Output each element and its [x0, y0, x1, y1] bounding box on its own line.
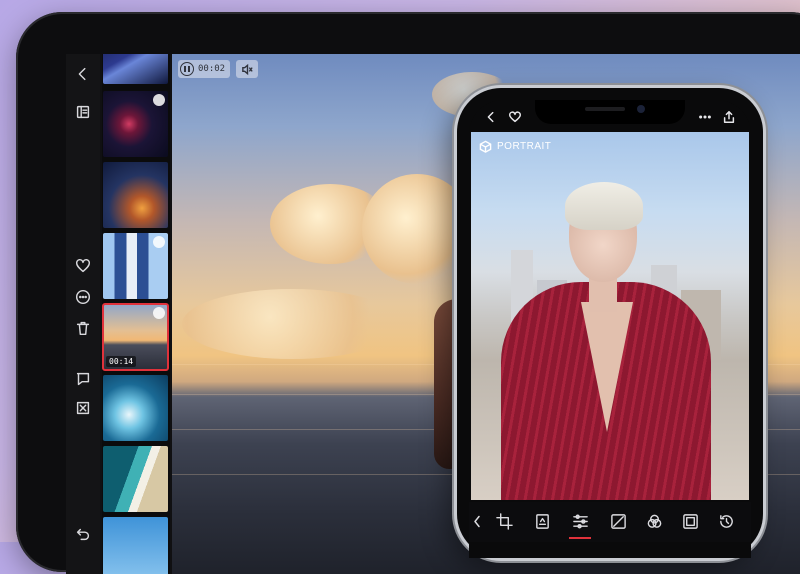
info-panel-icon[interactable]	[71, 100, 95, 124]
edited-badge-icon	[153, 94, 165, 106]
pause-icon[interactable]	[180, 62, 194, 76]
video-timestamp: 00:02	[198, 64, 226, 74]
thumb-skyscraper[interactable]	[103, 233, 168, 299]
back-icon[interactable]	[71, 62, 95, 86]
frame-icon[interactable]	[679, 510, 701, 532]
crop-icon[interactable]	[493, 510, 515, 532]
thumb-sky[interactable]	[103, 517, 168, 574]
comment-icon[interactable]	[71, 367, 95, 391]
thumb-wave[interactable]	[103, 375, 168, 441]
thumb-sunset-swim[interactable]: 00:14	[102, 303, 169, 371]
heart-icon[interactable]	[71, 254, 95, 278]
phone-top-bar	[469, 100, 751, 132]
thumb-jellyfish[interactable]	[103, 91, 168, 157]
share-icon[interactable]	[721, 109, 737, 125]
thumbnail-strip: 00:14	[102, 54, 170, 574]
left-toolbar	[66, 54, 100, 574]
thumb-city-night[interactable]	[103, 162, 168, 228]
video-play-pause-control[interactable]: 00:02	[178, 60, 231, 78]
thumb-blue-light[interactable]	[103, 54, 168, 84]
cloud	[362, 174, 472, 284]
heart-icon[interactable]	[507, 109, 523, 125]
speaker-muted-icon	[241, 63, 253, 75]
sliders-icon[interactable]	[569, 510, 591, 539]
phone-screen: PORTRAIT	[469, 100, 751, 558]
history-icon[interactable]	[715, 510, 737, 532]
edited-badge-icon	[153, 236, 165, 248]
thumb-beach-aerial[interactable]	[103, 446, 168, 512]
curves-icon[interactable]	[607, 510, 629, 532]
chevron-left-icon[interactable]	[471, 510, 483, 532]
subject-neckline	[581, 302, 633, 432]
edited-badge-icon	[153, 307, 165, 319]
phone-notch	[535, 100, 685, 124]
subject-hair	[565, 182, 643, 230]
front-camera	[637, 105, 645, 113]
back-icon[interactable]	[483, 109, 499, 125]
mute-button[interactable]	[236, 60, 258, 78]
cube-icon	[479, 140, 492, 153]
portrait-label: PORTRAIT	[497, 141, 552, 152]
color-mix-icon[interactable]	[643, 510, 665, 532]
portrait-photo[interactable]: PORTRAIT	[471, 132, 749, 500]
more-icon[interactable]	[697, 109, 713, 125]
cloud	[182, 289, 402, 359]
trash-icon[interactable]	[71, 316, 95, 340]
portrait-mode-badge[interactable]: PORTRAIT	[479, 140, 551, 153]
video-duration: 00:14	[106, 356, 137, 367]
earpiece	[585, 107, 625, 111]
edit-toolbar	[469, 502, 751, 542]
more-icon[interactable]	[71, 285, 95, 309]
undo-icon[interactable]	[71, 522, 95, 546]
phone-device: PORTRAIT	[457, 88, 763, 558]
reject-icon[interactable]	[71, 396, 95, 420]
adjust-image-icon[interactable]	[531, 510, 553, 532]
